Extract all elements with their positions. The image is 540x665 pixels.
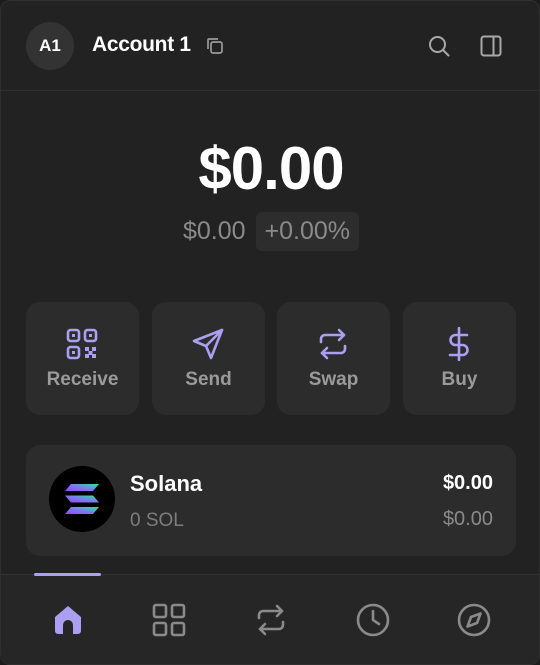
buy-button[interactable]: Buy — [403, 302, 516, 415]
compass-icon — [457, 603, 491, 637]
bottom-nav — [1, 573, 539, 664]
nav-activity[interactable] — [333, 575, 413, 664]
balance-change-usd: $0.00 — [182, 217, 246, 245]
nav-collectibles[interactable] — [129, 575, 209, 664]
total-balance: $0.00 — [198, 135, 344, 202]
nav-home[interactable] — [28, 575, 108, 664]
nav-swap[interactable] — [231, 575, 311, 664]
token-row-solana[interactable]: Solana 0 SOL $0.00 $0.00 — [26, 445, 516, 556]
nav-explore[interactable] — [434, 575, 514, 664]
receive-button[interactable]: Receive — [26, 302, 139, 415]
grid-icon — [152, 603, 186, 637]
token-value: $0.00 — [442, 472, 493, 494]
copy-icon[interactable] — [205, 36, 225, 56]
swap-button[interactable]: Swap — [277, 302, 390, 415]
swap-icon — [257, 604, 285, 636]
qr-code-icon — [66, 328, 98, 360]
swap-icon — [319, 328, 347, 360]
clock-icon — [356, 603, 390, 637]
token-amount: 0 SOL — [130, 510, 184, 531]
token-name: Solana — [130, 471, 203, 496]
swap-label: Swap — [308, 369, 359, 390]
send-label: Send — [185, 369, 232, 390]
send-icon — [192, 328, 224, 360]
receive-label: Receive — [46, 369, 119, 390]
action-buttons: Receive Send Swap Buy — [26, 302, 516, 415]
account-avatar[interactable]: A1 — [26, 22, 74, 70]
dollar-icon — [448, 327, 469, 361]
account-name[interactable]: Account 1 — [92, 33, 191, 57]
balance-change-row: $0.00 +0.00% — [1, 212, 539, 251]
buy-label: Buy — [441, 369, 478, 390]
solana-logo — [49, 466, 115, 532]
sidebar-panel-icon[interactable] — [479, 34, 503, 58]
solana-icon — [65, 484, 99, 514]
token-change: $0.00 — [442, 508, 493, 530]
home-icon — [55, 606, 81, 634]
header: A1 Account 1 — [1, 1, 539, 91]
search-icon[interactable] — [427, 34, 451, 58]
send-button[interactable]: Send — [152, 302, 265, 415]
wallet-window: A1 Account 1 $0.00 $0.00 +0.00% Receive … — [0, 0, 540, 665]
balance-change-percent: +0.00% — [255, 212, 360, 251]
